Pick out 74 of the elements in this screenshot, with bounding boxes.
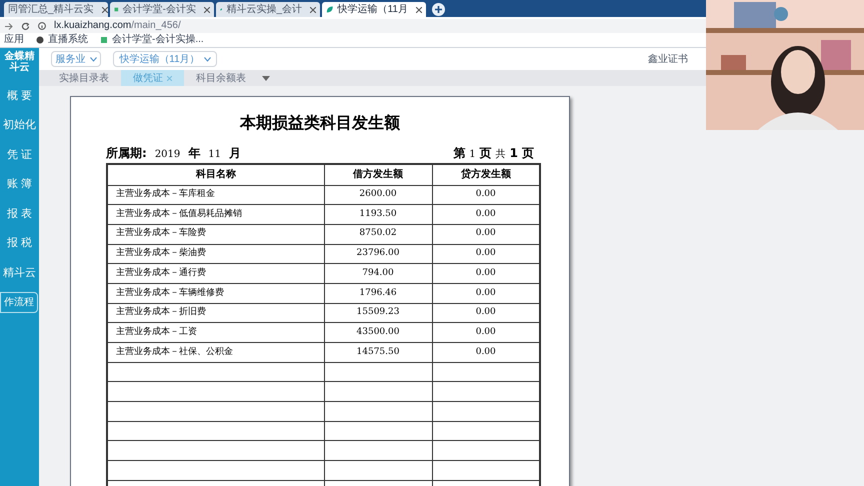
url-text[interactable]: lx.kuaizhang.com/main_456/ <box>54 21 181 31</box>
table-cell: 14575.50 <box>324 342 432 362</box>
table-cell: 1193.50 <box>324 204 432 224</box>
sidebar-item[interactable]: 精斗云 <box>3 258 36 288</box>
table-cell: 43500.00 <box>324 322 432 342</box>
close-icon[interactable] <box>102 6 108 12</box>
month-unit: 月 <box>229 145 241 162</box>
sidebar-item[interactable]: 账 簿 <box>6 170 32 199</box>
reload-icon[interactable] <box>21 22 30 30</box>
period-label: 所属期: <box>106 145 147 162</box>
dropdown[interactable]: 快学运输（11月） <box>113 51 217 67</box>
close-icon[interactable] <box>416 6 422 12</box>
page-info-text: 1 <box>510 145 518 162</box>
year-unit: 年 <box>188 145 200 162</box>
logo-icon <box>100 36 108 44</box>
table-cell: 794.00 <box>324 264 432 284</box>
dropdown[interactable]: 服务业 <box>51 51 101 67</box>
browser-tab[interactable]: 同管汇总_精斗云实 <box>4 2 108 17</box>
table-cell: 1796.46 <box>324 283 432 304</box>
table-cell: 23796.00 <box>324 244 432 264</box>
table-cell: 8750.02 <box>324 224 432 244</box>
table-cell: 主营业务成本－社保、公积金 <box>107 342 324 362</box>
caret-icon <box>204 56 211 62</box>
table-cell: 主营业务成本－低值易耗品摊销 <box>107 204 324 224</box>
logo-icon <box>114 5 119 14</box>
sidebar-item[interactable]: 报 税 <box>6 228 32 258</box>
certificate-link[interactable]: 鑫业证书 <box>648 52 688 66</box>
tab-title: 同管汇总_精斗云实 <box>8 4 94 14</box>
process-button[interactable]: 作流程 <box>0 292 38 312</box>
table-cell: 主营业务成本－车险费 <box>107 224 324 244</box>
tab-title: 快学运输（11月 <box>338 4 408 14</box>
app-tab[interactable]: 实操目录表 <box>47 70 121 86</box>
month-value: 11 <box>208 148 221 162</box>
bookmark-link[interactable]: 直播系统 <box>36 35 88 45</box>
close-icon[interactable] <box>310 6 316 12</box>
page-info-text: 页 <box>480 145 492 162</box>
sidebar-item[interactable]: 概 要 <box>6 81 32 110</box>
page-info-text: 1 <box>469 148 476 162</box>
sidebar-item[interactable]: 初始化 <box>3 110 36 140</box>
browser-tab[interactable]: 快学运输（11月 <box>322 2 426 17</box>
report-title: 本期损益类科目发生额 <box>238 112 401 134</box>
sidebar-item[interactable]: 报 表 <box>6 199 32 228</box>
year-value: 2019 <box>154 148 180 162</box>
app-logo: 金蝶精斗云 <box>4 51 36 73</box>
leaf-icon <box>326 5 334 14</box>
page-info-text: 页 <box>522 145 534 162</box>
caret-icon[interactable] <box>262 76 270 80</box>
app-tab[interactable]: 科目余额表 <box>184 70 258 86</box>
globe-icon <box>36 36 44 44</box>
table-cell: 主营业务成本－折旧费 <box>107 303 324 323</box>
table-cell: 主营业务成本－车辆维修费 <box>107 283 324 304</box>
column-header: 科目名称 <box>107 164 324 185</box>
tab-title: 会计学堂-会计实 <box>122 4 196 14</box>
caret-icon <box>90 56 96 62</box>
browser-tab[interactable]: 会计学堂-会计实 <box>110 2 214 17</box>
page-info-text: 共 <box>496 148 506 162</box>
bookmark-link[interactable]: 会计学堂-会计实操... <box>100 35 204 45</box>
bookmark-link[interactable]: 应用 <box>4 35 24 45</box>
close-icon[interactable] <box>204 6 210 12</box>
table-cell: 2600.00 <box>324 185 432 205</box>
forward-icon[interactable] <box>4 22 13 30</box>
table-cell: 主营业务成本－柴油费 <box>107 244 324 264</box>
table-cell: 主营业务成本－通行费 <box>107 264 324 284</box>
info-icon[interactable] <box>38 22 46 30</box>
tab-title: 精斗云实操_会计 <box>226 4 302 14</box>
page-info-text: 第 <box>453 145 466 162</box>
table-cell: 15509.23 <box>324 303 432 323</box>
new-tab-icon[interactable] <box>432 3 445 16</box>
table-cell: 主营业务成本－工资 <box>107 322 324 342</box>
sidebar-item[interactable]: 凭 证 <box>6 140 32 170</box>
browser-tab[interactable]: 精斗云实操_会计 <box>216 2 320 17</box>
column-header: 借方发生额 <box>324 164 432 185</box>
app-tab[interactable]: 做凭证 <box>121 70 184 86</box>
table-cell: 主营业务成本－车库租金 <box>107 185 324 205</box>
